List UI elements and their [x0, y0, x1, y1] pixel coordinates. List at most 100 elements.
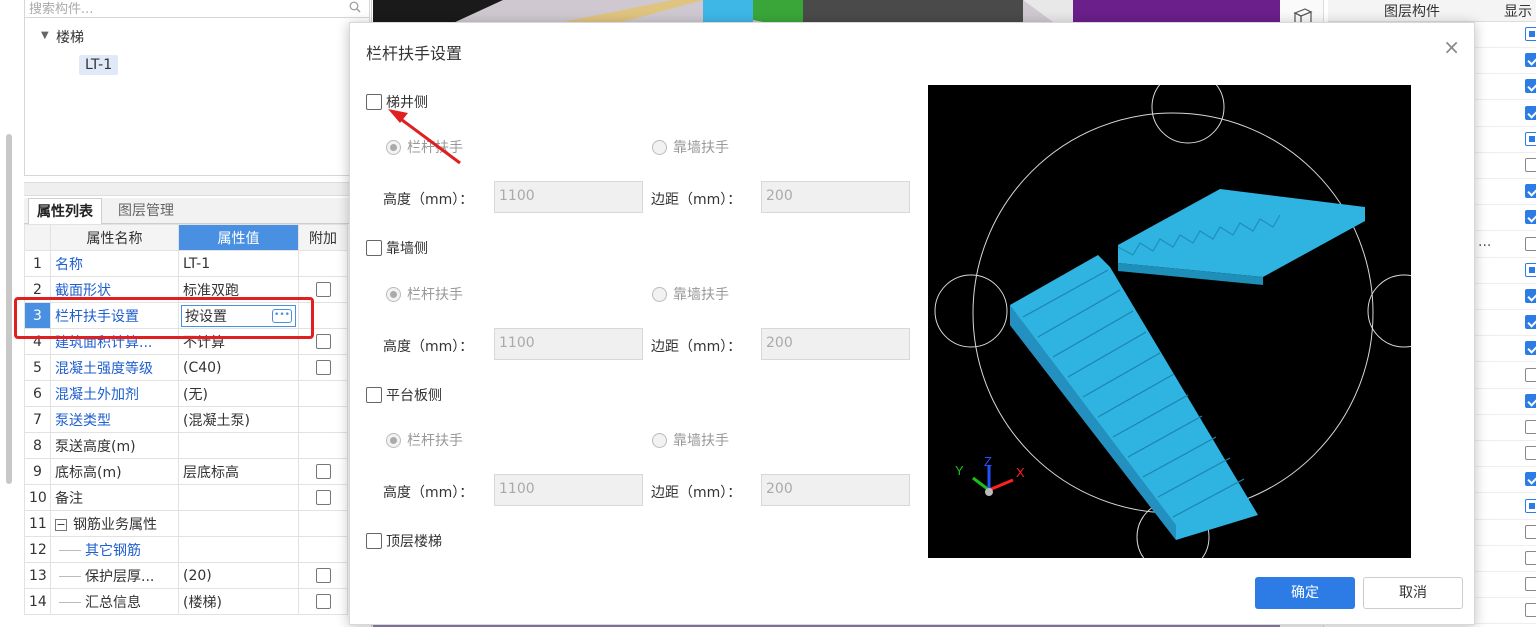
extra-checkbox[interactable]: [315, 594, 331, 609]
table-row[interactable]: 8 泵送高度(m): [24, 432, 348, 459]
layer-visible-checkbox[interactable]: [1525, 53, 1536, 68]
layer-visible-checkbox[interactable]: [1525, 524, 1536, 539]
property-name[interactable]: 保护层厚...: [50, 562, 179, 589]
landing-railing-radio[interactable]: 栏杆扶手: [386, 430, 463, 450]
layer-visible-checkbox[interactable]: [1525, 367, 1536, 382]
tab-property-list[interactable]: 属性列表: [28, 198, 102, 224]
layer-visible-checkbox[interactable]: [1525, 498, 1536, 513]
stairwell-side-checkbox[interactable]: 梯井侧: [366, 92, 428, 112]
layer-visible-checkbox[interactable]: [1525, 236, 1536, 251]
property-name[interactable]: 混凝土外加剂: [50, 380, 179, 407]
layer-visible-checkbox[interactable]: [1525, 341, 1536, 356]
property-value[interactable]: (混凝土泵): [178, 406, 299, 433]
extra-checkbox[interactable]: [315, 334, 331, 349]
table-row[interactable]: 5 混凝土强度等级 (C40): [24, 354, 348, 381]
property-name[interactable]: 混凝土强度等级: [50, 354, 179, 381]
layer-visible-checkbox[interactable]: [1525, 79, 1536, 94]
tree-item-lt1[interactable]: LT-1: [79, 55, 119, 75]
checkbox-icon[interactable]: [366, 240, 382, 256]
table-row[interactable]: 10 备注: [24, 484, 348, 511]
radio-icon[interactable]: [386, 286, 401, 302]
property-value[interactable]: [178, 484, 299, 511]
property-value[interactable]: (无): [178, 380, 299, 407]
layer-visible-checkbox[interactable]: [1525, 131, 1536, 146]
tree-collapse-icon[interactable]: ▼: [41, 30, 49, 41]
radio-icon[interactable]: [386, 139, 401, 155]
radio-icon[interactable]: [652, 286, 667, 302]
wall-railing-radio[interactable]: 栏杆扶手: [386, 284, 463, 304]
table-row[interactable]: 13 保护层厚... (20): [24, 562, 348, 589]
wall-height-input[interactable]: 1100: [494, 328, 643, 360]
table-row[interactable]: 6 混凝土外加剂 (无): [24, 380, 348, 407]
extra-checkbox[interactable]: [315, 282, 331, 297]
property-name[interactable]: − 钢筋业务属性: [50, 510, 179, 537]
property-value[interactable]: (20): [178, 562, 299, 589]
layer-visible-checkbox[interactable]: [1525, 158, 1536, 172]
layer-visible-checkbox[interactable]: [1525, 577, 1536, 592]
property-value[interactable]: [178, 536, 299, 563]
property-name[interactable]: 汇总信息: [50, 588, 179, 615]
property-name[interactable]: 底标高(m): [50, 458, 179, 485]
layer-visible-checkbox[interactable]: [1525, 603, 1536, 618]
wall-wall-radio[interactable]: 靠墙扶手: [652, 284, 729, 304]
layer-visible-checkbox[interactable]: [1525, 393, 1536, 408]
property-name[interactable]: 其它钢筋: [50, 536, 179, 563]
table-row[interactable]: 1 名称 LT-1: [24, 250, 348, 277]
layer-visible-checkbox[interactable]: [1525, 289, 1536, 303]
wall-side-checkbox[interactable]: 靠墙侧: [366, 238, 428, 258]
property-name[interactable]: 备注: [50, 484, 179, 511]
layer-visible-checkbox[interactable]: [1525, 105, 1536, 120]
property-name[interactable]: 名称: [50, 250, 179, 277]
table-row[interactable]: 9 底标高(m) 层底标高: [24, 458, 348, 485]
layer-visible-checkbox[interactable]: [1525, 472, 1536, 487]
stairwell-wall-radio[interactable]: 靠墙扶手: [652, 137, 729, 157]
tab-layer-manage[interactable]: 图层管理: [110, 198, 182, 224]
property-value[interactable]: LT-1: [178, 250, 299, 277]
extra-checkbox[interactable]: [315, 568, 331, 583]
table-row[interactable]: 14 汇总信息 (楼梯): [24, 588, 348, 615]
property-value[interactable]: 层底标高: [178, 458, 299, 485]
close-icon[interactable]: ×: [1443, 35, 1460, 59]
table-row[interactable]: 7 泵送类型 (混凝土泵): [24, 406, 348, 433]
landing-height-input[interactable]: 1100: [494, 474, 643, 506]
left-scrollbar[interactable]: [6, 134, 12, 484]
property-value[interactable]: (C40): [178, 354, 299, 381]
table-row[interactable]: 12 其它钢筋: [24, 536, 348, 563]
stairwell-height-input[interactable]: 1100: [494, 181, 643, 213]
layer-visible-checkbox[interactable]: [1525, 184, 1536, 199]
table-row[interactable]: 11− 钢筋业务属性: [24, 510, 348, 537]
radio-icon[interactable]: [386, 432, 401, 448]
landing-wall-radio[interactable]: 靠墙扶手: [652, 430, 729, 450]
layer-visible-checkbox[interactable]: [1525, 27, 1536, 41]
search-input[interactable]: 搜索构件...: [24, 0, 370, 18]
stairwell-margin-input[interactable]: 200: [761, 181, 910, 213]
layer-visible-checkbox[interactable]: [1525, 446, 1536, 461]
extra-checkbox[interactable]: [315, 490, 331, 505]
cancel-button[interactable]: 取消: [1363, 577, 1463, 609]
wall-margin-input[interactable]: 200: [761, 328, 910, 360]
radio-icon[interactable]: [652, 432, 667, 448]
layer-visible-checkbox[interactable]: [1525, 420, 1536, 434]
stairwell-railing-radio[interactable]: 栏杆扶手: [386, 137, 463, 157]
property-value[interactable]: [178, 432, 299, 459]
landing-margin-input[interactable]: 200: [761, 474, 910, 506]
top-stair-checkbox[interactable]: 顶层楼梯: [366, 531, 442, 551]
landing-side-checkbox[interactable]: 平台板侧: [366, 385, 442, 405]
collapse-icon[interactable]: −: [55, 518, 67, 531]
ok-button[interactable]: 确定: [1255, 577, 1355, 609]
property-value[interactable]: (楼梯): [178, 588, 299, 615]
property-name[interactable]: 泵送类型: [50, 406, 179, 433]
extra-checkbox[interactable]: [315, 464, 331, 479]
layer-visible-checkbox[interactable]: [1525, 262, 1536, 277]
layer-visible-checkbox[interactable]: [1525, 210, 1536, 225]
search-icon[interactable]: [349, 1, 361, 17]
property-value[interactable]: [178, 510, 299, 537]
layer-visible-checkbox[interactable]: [1525, 315, 1536, 330]
radio-icon[interactable]: [652, 139, 667, 155]
panel-divider[interactable]: [24, 182, 370, 196]
layer-visible-checkbox[interactable]: [1525, 551, 1536, 565]
checkbox-icon[interactable]: [366, 94, 382, 110]
extra-checkbox[interactable]: [315, 360, 331, 375]
property-name[interactable]: 泵送高度(m): [50, 432, 179, 459]
checkbox-icon[interactable]: [366, 387, 382, 403]
